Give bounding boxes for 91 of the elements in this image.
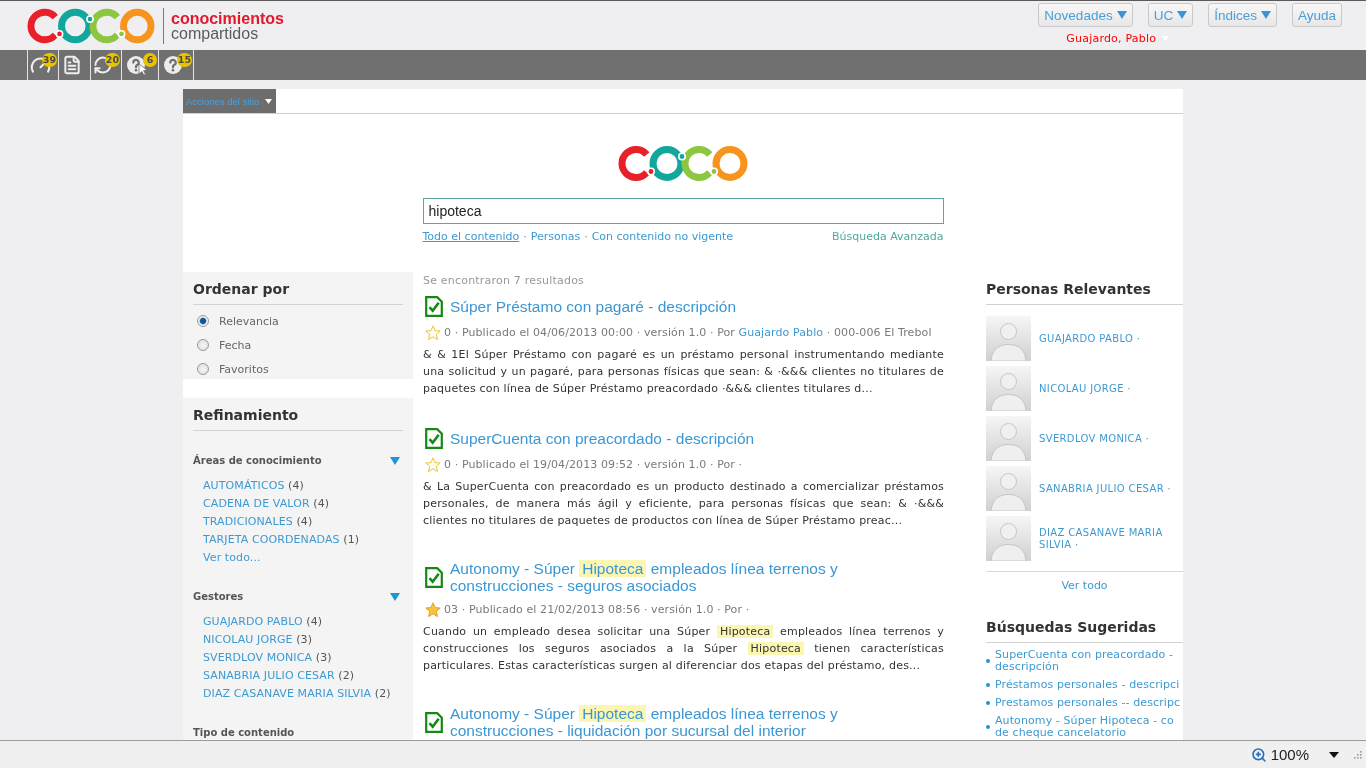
panel-heading: Búsquedas Sugeridas	[986, 618, 1183, 643]
avatar-silhouette	[986, 316, 1031, 361]
avatar-silhouette	[986, 416, 1031, 461]
suggested-search-link[interactable]: Préstamos personales - descripci	[995, 679, 1180, 691]
site-actions-menu[interactable]: Acciones del sitio	[183, 89, 277, 113]
facet-heading[interactable]: Gestores	[193, 590, 244, 604]
star-icon[interactable]	[425, 602, 441, 618]
suggested-search-link[interactable]: Autonomy - Súper Hipoteca - co de cheque cancelatorio	[995, 715, 1174, 739]
zoom-icon	[1250, 746, 1267, 763]
document-check-icon	[425, 428, 443, 449]
result-title-link[interactable]: Autonomy - Súper Hipoteca empleados línea terrenos y construcciones - liquidación por sucursal del interior	[450, 705, 920, 739]
help-cursor-icon	[126, 55, 148, 75]
facet-link[interactable]: DIAZ CASANAVE MARIA SILVIA (2)	[203, 685, 403, 703]
scope-link[interactable]: Todo el contenido	[422, 230, 520, 243]
radio-label[interactable]: Favoritos	[219, 362, 269, 376]
menu-button[interactable]: Ayuda	[1291, 3, 1342, 27]
caret-icon	[265, 98, 273, 104]
result-meta: 03 · Publicado el 21/02/2013 08:56 · versión 1.0 · Por ·	[444, 602, 750, 618]
view-all-link[interactable]: Ver todo	[1061, 579, 1108, 592]
star-icon[interactable]	[425, 457, 441, 473]
facet-heading[interactable]: Tipo de contenido	[193, 726, 295, 740]
result-title-link[interactable]: Autonomy - Súper Hipoteca empleados línea terrenos y construcciones - seguros asociados	[450, 560, 920, 594]
advanced-search-link[interactable]: Búsqueda Avanzada	[831, 230, 944, 243]
facet-link[interactable]: SANABRIA JULIO CESAR (2)	[203, 667, 403, 685]
zoom-level[interactable]: 100%	[1270, 746, 1309, 763]
document-check-icon	[425, 566, 443, 588]
panel-heading: Personas Relevantes	[986, 280, 1183, 305]
search-field[interactable]: hipoteca	[422, 198, 944, 224]
facet-link[interactable]: TRADICIONALES (4)	[203, 513, 403, 531]
facet-link[interactable]: SVERDLOV MONICA (3)	[203, 649, 403, 667]
avatar-silhouette	[986, 466, 1031, 511]
star-icon[interactable]	[425, 325, 441, 341]
brand-name: compartidos	[171, 25, 260, 41]
result-description: & La SuperCuenta con preacordado es un producto destinado a comercializar préstamos personales, de manera más ágil y eficiente, para personas físicas que sean: & ·&&& clientes no titulares de paquetes de productos con línea de Súper Préstamo preac...	[423, 479, 944, 529]
resize-grip-icon[interactable]	[1353, 750, 1362, 759]
scope-link[interactable]: Personas	[530, 230, 581, 243]
scope-link[interactable]: Con contenido no vigente	[591, 230, 734, 243]
result-title-link[interactable]: SuperCuenta con preacordado - descripción	[450, 430, 755, 447]
panel-heading: Refinamiento	[193, 406, 403, 431]
person-link[interactable]: SANABRIA JULIO CESAR ·	[1039, 482, 1171, 495]
panel-heading: Ordenar por	[193, 280, 403, 305]
brand-name: conocimientos	[171, 10, 284, 26]
user-name[interactable]: Guajardo, Pablo	[1066, 32, 1157, 45]
person-link[interactable]: GUAJARDO PABLO ·	[1039, 332, 1141, 345]
results-count: Se encontraron 7 resultados	[423, 274, 585, 287]
separator-dot: ·	[584, 230, 588, 243]
author-link[interactable]: Guajardo Pablo	[738, 326, 824, 339]
toolbar-button[interactable]: 15	[158, 50, 194, 80]
suggested-search-link[interactable]: Prestamos personales -- descripc	[995, 697, 1181, 709]
menu-button[interactable]: Novedades	[1038, 3, 1133, 27]
count-badge: 20	[104, 53, 120, 67]
facet-link[interactable]: AUTOMÁTICOS (4)	[203, 477, 403, 495]
facet-link[interactable]: CADENA DE VALOR (4)	[203, 495, 403, 513]
menu-button[interactable]: Índices	[1208, 3, 1277, 27]
facet-link[interactable]: NICOLAU JORGE (3)	[203, 631, 403, 649]
facet-heading[interactable]: Áreas de conocimiento	[193, 454, 322, 468]
facet-link[interactable]: GUAJARDO PABLO (4)	[203, 613, 403, 631]
suggested-search-link[interactable]: SuperCuenta con preacordado - descripción	[995, 649, 1174, 673]
radio-label[interactable]: Fecha	[219, 338, 252, 352]
caret-icon	[1329, 751, 1339, 758]
menu-button[interactable]: UC	[1147, 3, 1194, 27]
result-meta: 0 · Publicado el 04/06/2013 00:00 · versión 1.0 · Por Guajardo Pablo · 000-006 El Trebol	[444, 325, 932, 341]
avatar-silhouette	[986, 516, 1031, 561]
document-check-icon	[425, 296, 443, 317]
radio-button[interactable]	[197, 363, 209, 375]
avatar-silhouette	[986, 366, 1031, 411]
result-meta: 0 · Publicado el 19/04/2013 09:52 · versión 1.0 · Por ·	[444, 457, 743, 473]
radio-button[interactable]	[197, 339, 209, 351]
result-title-link[interactable]: Súper Préstamo con pagaré - descripción	[450, 298, 737, 315]
facet-link[interactable]: TARJETA COORDENADAS (1)	[203, 531, 403, 549]
person-link[interactable]: DIAZ CASANAVE MARIA SILVIA ·	[1039, 526, 1183, 551]
person-link[interactable]: NICOLAU JORGE ·	[1039, 382, 1131, 395]
count-badge: 6	[143, 53, 157, 67]
document-icon	[61, 55, 82, 75]
result-description: & & 1El Súper Préstamo con pagaré es un préstamo personal instrumentando mediante una solicitud y un pagaré, para personas físicas que sean: & ·&&& clientes no titulares de paquetes con línea de Súper Préstamo preacordado ·&&& clientes titulares d...	[423, 347, 944, 397]
bullet-icon	[986, 683, 990, 687]
zoom-dropdown-button[interactable]	[1329, 751, 1339, 758]
bullet-icon	[986, 701, 990, 705]
bullet-icon	[986, 725, 990, 729]
separator-dot: ·	[523, 230, 527, 243]
person-link[interactable]: SVERDLOV MONICA ·	[1039, 432, 1150, 445]
radio-label[interactable]: Relevancia	[219, 314, 279, 328]
toolbar-button[interactable]: 6	[121, 50, 158, 80]
result-description: Cuando un empleado desea solicitar una Súper Hipoteca empleados línea terrenos y construcciones los seguros asociados a la Súper Hipoteca tienen características particulares. Estas características surgen al diferenciar dos etapas del préstamo, des...	[423, 624, 944, 674]
document-check-icon	[425, 711, 443, 733]
view-all-link[interactable]: Ver todo...	[203, 549, 403, 567]
toolbar-button[interactable]: 20	[90, 50, 121, 80]
toolbar-button[interactable]: 39	[27, 50, 58, 80]
radio-button[interactable]	[197, 315, 209, 327]
bullet-icon	[986, 659, 990, 663]
count-badge: 39	[41, 53, 57, 67]
